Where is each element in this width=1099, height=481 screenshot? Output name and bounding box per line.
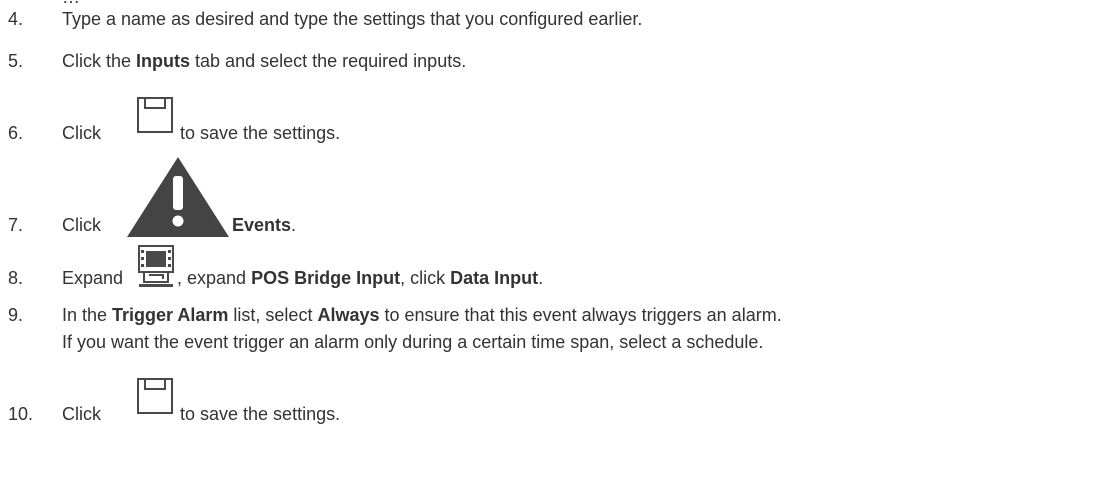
step-text: Events.	[232, 214, 296, 236]
step-text-pre: Expand	[62, 268, 124, 288]
pos-device-icon	[138, 245, 174, 287]
step-text-pre: In the	[62, 305, 113, 325]
step-text-post: .	[538, 268, 544, 288]
step-text-post: to save the settings.	[180, 404, 341, 424]
step-text: Click the Inputs tab and select the requ…	[62, 50, 466, 72]
inputs-tab-label: Inputs	[136, 51, 191, 71]
save-icon	[137, 378, 173, 414]
step-number: 4.	[8, 9, 24, 29]
always-option-label: Always	[317, 305, 380, 325]
step-number: 9.	[8, 305, 24, 325]
step-text-pre: Click	[62, 215, 101, 235]
step-9-continuation: If you want the event trigger an alarm o…	[62, 332, 764, 352]
events-label: Events	[232, 215, 292, 235]
step-text-post: .	[291, 215, 297, 235]
step-text-pre: Click	[62, 123, 101, 143]
step-text-pre: Click	[62, 404, 101, 424]
step-text-mid: list, select	[228, 305, 318, 325]
cutoff-text-pre: …	[62, 0, 80, 7]
save-icon	[137, 97, 173, 133]
step-text: Type a name as desired and type the sett…	[62, 9, 643, 29]
warning-icon	[127, 157, 229, 237]
step-text-post: to save the settings.	[180, 123, 341, 143]
step-number: 10.	[8, 404, 34, 424]
step-text-post: to ensure that this event always trigger…	[379, 305, 782, 325]
data-input-label: Data Input	[450, 268, 539, 288]
step-text-mid: , expand	[177, 268, 252, 288]
step-number: 5.	[8, 51, 24, 71]
trigger-alarm-label: Trigger Alarm	[112, 305, 229, 325]
pos-bridge-input-label: POS Bridge Input	[251, 268, 401, 288]
step-text: In the Trigger Alarm list, select Always…	[62, 304, 782, 326]
step-text-post: tab and select the required inputs.	[190, 51, 467, 71]
step-text: , expand POS Bridge Input, click Data In…	[177, 267, 543, 289]
step-text-pre: Click the	[62, 51, 137, 71]
step-number: 6.	[8, 123, 24, 143]
step-number: 7.	[8, 215, 24, 235]
step-text-mid2: , click	[400, 268, 451, 288]
step-number: 8.	[8, 268, 24, 288]
